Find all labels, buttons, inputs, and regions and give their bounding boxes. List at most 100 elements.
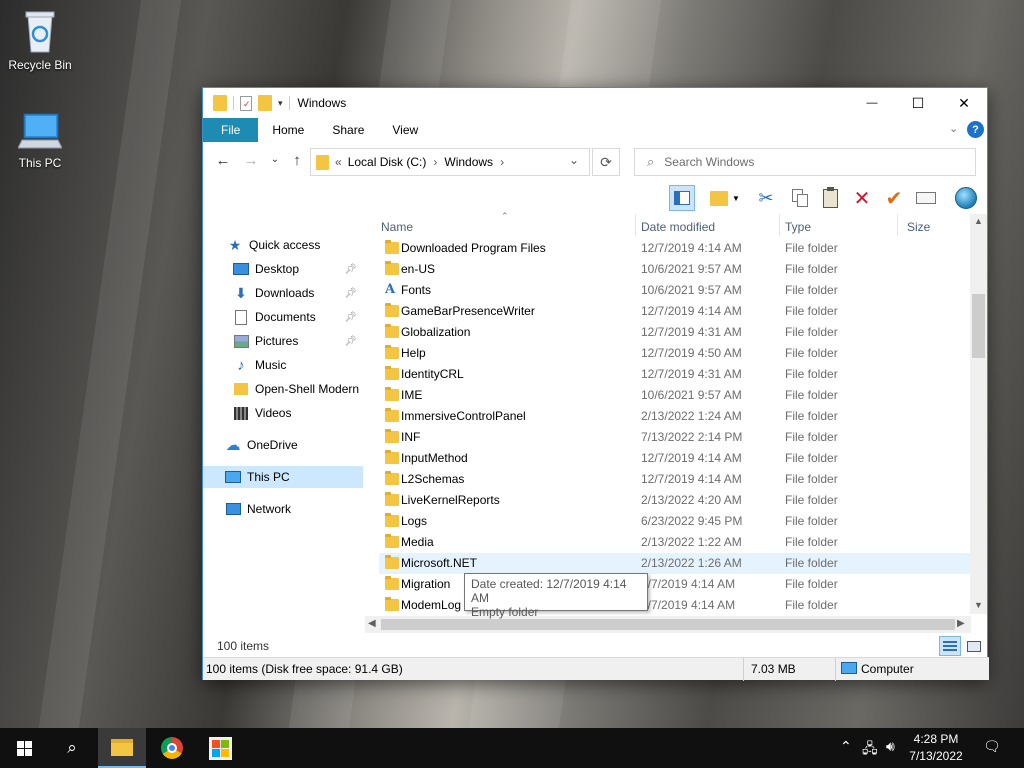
pin-icon[interactable]: 📌︎ xyxy=(344,264,357,275)
tab-share[interactable]: Share xyxy=(318,118,378,142)
scroll-down-icon[interactable]: ▼ xyxy=(974,600,983,610)
nav-item-desktop[interactable]: Desktop 📌︎ xyxy=(203,258,363,280)
file-row[interactable]: Globalization 12/7/2019 4:31 AM File folde… xyxy=(379,322,971,343)
scroll-right-icon[interactable]: ▶ xyxy=(957,618,965,629)
column-header-type[interactable]: Type xyxy=(783,220,897,240)
horizontal-scrollbar[interactable]: ◀ ▶ xyxy=(365,616,971,633)
search-input[interactable]: ⌕ Search Windows xyxy=(634,148,976,176)
preview-pane-button[interactable] xyxy=(669,185,695,211)
taskbar-store[interactable] xyxy=(196,728,244,768)
file-row[interactable]: Downloaded Program Files 12/7/2019 4:14 A… xyxy=(379,238,971,259)
action-center-icon[interactable]: 🗨︎ xyxy=(983,738,1001,755)
folder-icon xyxy=(233,381,249,397)
taskbar-clock[interactable]: 4:28 PM 7/13/2022 xyxy=(906,731,966,765)
cut-button[interactable]: ✂ xyxy=(753,185,779,211)
nav-item-this-pc[interactable]: This PC xyxy=(203,466,363,488)
back-arrow-icon[interactable]: ← xyxy=(211,152,235,169)
properties-button[interactable]: ✔ xyxy=(881,185,907,211)
breadcrumb-separator[interactable]: › xyxy=(433,155,437,169)
file-row[interactable]: Logs 6/23/2022 9:45 PM File folder xyxy=(379,511,971,532)
customize-dropdown-icon[interactable]: ▾ xyxy=(278,98,283,109)
volume-icon[interactable]: 🔊︎ xyxy=(886,738,895,755)
file-row[interactable]: Help 12/7/2019 4:50 AM File folder xyxy=(379,343,971,364)
nav-item-music[interactable]: ♪ Music xyxy=(203,354,363,376)
file-row[interactable]: L2Schemas 12/7/2019 4:14 AM File folder xyxy=(379,469,971,490)
large-icons-button[interactable] xyxy=(963,636,985,656)
show-hidden-icons[interactable]: ⌃ xyxy=(840,738,852,755)
scroll-up-icon[interactable]: ▲ xyxy=(974,216,983,226)
file-row[interactable]: GameBarPresenceWriter 12/7/2019 4:14 AM Fi… xyxy=(379,301,971,322)
column-header-name[interactable]: Name xyxy=(379,220,635,240)
nav-item-label: Desktop xyxy=(255,262,300,276)
scroll-left-icon[interactable]: ◀ xyxy=(368,618,376,629)
nav-item-onedrive[interactable]: ☁ OneDrive xyxy=(203,434,363,456)
nav-item-videos[interactable]: Videos xyxy=(203,402,363,424)
address-dropdown-icon[interactable]: ⌄ xyxy=(569,153,579,167)
nav-item-network[interactable]: Network xyxy=(203,498,363,520)
file-row[interactable]: INF 7/13/2022 2:14 PM File folder xyxy=(379,427,971,448)
address-overflow[interactable]: « xyxy=(335,155,342,169)
minimize-button[interactable]: — xyxy=(849,88,895,118)
file-date-modified: 12/7/2019 4:31 AM xyxy=(641,367,742,381)
copy-button[interactable] xyxy=(787,185,813,211)
vertical-scrollbar[interactable]: ▲ ▼ xyxy=(970,214,987,614)
vertical-scroll-thumb[interactable] xyxy=(972,294,985,358)
delete-button[interactable]: ✕ xyxy=(849,185,875,211)
file-name: Globalization xyxy=(401,325,471,339)
recent-locations-icon[interactable]: ⌄ xyxy=(263,154,287,165)
file-row[interactable]: ImmersiveControlPanel 2/13/2022 1:24 AM Fi… xyxy=(379,406,971,427)
details-view-button[interactable] xyxy=(939,636,961,656)
maximize-button[interactable]: ☐ xyxy=(895,88,941,118)
network-icon[interactable]: 🖧 xyxy=(862,738,878,762)
desktop-icon-recycle-bin[interactable]: Recycle Bin xyxy=(2,8,78,72)
tab-file[interactable]: File xyxy=(203,118,259,142)
pin-icon[interactable]: 📌︎ xyxy=(344,336,357,347)
search-button[interactable]: ⌕ xyxy=(48,728,96,768)
expand-ribbon-icon[interactable]: ⌄ xyxy=(949,122,958,135)
file-row[interactable]: en-US 10/6/2021 9:57 AM File folder xyxy=(379,259,971,280)
nav-item-pictures[interactable]: Pictures 📌︎ xyxy=(203,330,363,352)
column-header-size[interactable]: Size xyxy=(905,220,965,240)
file-row[interactable]: Microsoft.NET 2/13/2022 1:26 AM File folde… xyxy=(379,553,971,574)
breadcrumb-local-disk[interactable]: Local Disk (C:) xyxy=(348,155,427,169)
address-bar[interactable]: « Local Disk (C:) › Windows › ⌄ xyxy=(310,148,590,176)
file-row[interactable]: A Fonts 10/6/2021 9:57 AM File folder xyxy=(379,280,971,301)
column-separator[interactable] xyxy=(897,214,898,236)
close-button[interactable]: ✕ xyxy=(941,88,987,118)
breadcrumb-separator[interactable]: › xyxy=(500,155,504,169)
refresh-button[interactable]: ⟳ xyxy=(592,148,620,176)
folder-icon xyxy=(385,240,399,254)
help-icon[interactable]: ? xyxy=(967,121,984,138)
column-separator[interactable] xyxy=(635,214,636,236)
new-item-button[interactable]: ▼ xyxy=(707,185,743,211)
file-row[interactable]: Media 2/13/2022 1:22 AM File folder xyxy=(379,532,971,553)
breadcrumb-windows[interactable]: Windows xyxy=(444,155,493,169)
forward-arrow-icon[interactable]: → xyxy=(239,152,263,169)
file-row[interactable]: LiveKernelReports 2/13/2022 4:20 AM File f… xyxy=(379,490,971,511)
taskbar-file-explorer[interactable] xyxy=(98,728,146,768)
pin-icon[interactable]: 📌︎ xyxy=(344,312,357,323)
nav-item-open-shell-modern[interactable]: Open-Shell Modern xyxy=(203,378,363,400)
open-shell-button[interactable] xyxy=(953,185,979,211)
tab-view[interactable]: View xyxy=(378,118,432,142)
pin-icon[interactable]: 📌︎ xyxy=(344,288,357,299)
start-button[interactable] xyxy=(0,728,48,768)
up-arrow-icon[interactable]: ↑ xyxy=(285,152,309,169)
taskbar-chrome[interactable] xyxy=(148,728,196,768)
paste-button[interactable] xyxy=(817,185,843,211)
desktop-icon-this-pc[interactable]: This PC xyxy=(2,110,78,170)
column-separator[interactable] xyxy=(779,214,780,236)
file-name: InputMethod xyxy=(401,451,468,465)
nav-item-documents[interactable]: Documents 📌︎ xyxy=(203,306,363,328)
new-folder-icon[interactable] xyxy=(258,95,272,111)
rename-button[interactable] xyxy=(913,185,939,211)
nav-item-downloads[interactable]: ⬇ Downloads 📌︎ xyxy=(203,282,363,304)
file-row[interactable]: IdentityCRL 12/7/2019 4:31 AM File folder xyxy=(379,364,971,385)
column-header-date[interactable]: Date modified xyxy=(639,220,779,240)
properties-icon[interactable]: ✓ xyxy=(240,95,252,111)
tab-home[interactable]: Home xyxy=(258,118,318,142)
file-row[interactable]: InputMethod 12/7/2019 4:14 AM File folder xyxy=(379,448,971,469)
horizontal-scroll-thumb[interactable] xyxy=(381,619,955,630)
nav-item-quick-access[interactable]: ★ Quick access xyxy=(203,234,363,256)
file-row[interactable]: IME 10/6/2021 9:57 AM File folder xyxy=(379,385,971,406)
